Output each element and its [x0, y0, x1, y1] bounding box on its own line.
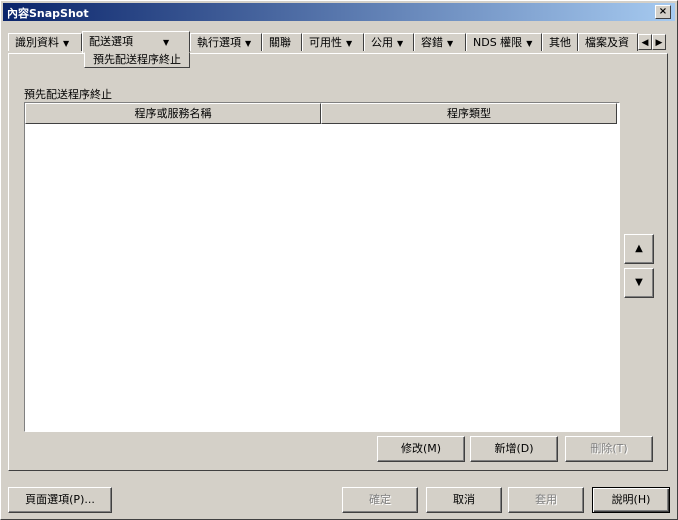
tab-label: 檔案及資 — [585, 36, 629, 49]
help-button[interactable]: 說明(H) — [592, 487, 670, 513]
page-options-button[interactable]: 頁面選項(P)... — [8, 487, 112, 513]
column-header-process-type[interactable]: 程序類型 — [321, 103, 617, 124]
section-label: 預先配送程序終止 — [24, 88, 112, 101]
tab-label: 關聯 — [269, 36, 291, 49]
arrow-up-icon: ▲ — [635, 243, 643, 254]
chevron-right-icon: ▶ — [655, 38, 663, 48]
tab-label: 容錯 — [421, 36, 443, 49]
chevron-down-icon: ▼ — [63, 39, 70, 48]
tab-distribution-options[interactable]: 配送選項 ▼ — [82, 31, 190, 53]
tab-label: 配送選項 — [89, 35, 133, 48]
chevron-down-icon: ▼ — [346, 39, 353, 48]
title-bar[interactable]: 內容SnapShot × — [3, 3, 675, 21]
apply-button[interactable]: 套用 — [508, 487, 584, 513]
chevron-down-icon: ▼ — [526, 39, 533, 48]
tab-strip: 識別資料 ▼ 配送選項 ▼ 執行選項 ▼ 關聯 可用性 ▼ 公用 ▼ 容錯 ▼ NDS 權限… — [8, 31, 638, 53]
move-up-button[interactable]: ▲ — [624, 234, 654, 264]
arrow-down-icon: ▼ — [635, 277, 643, 288]
window-title: 內容SnapShot — [7, 7, 89, 20]
tab-identification[interactable]: 識別資料 ▼ — [8, 33, 82, 51]
delete-button[interactable]: 刪除(T) — [565, 436, 653, 462]
tab-scroll-right-button[interactable]: ▶ — [652, 34, 666, 50]
tab-label: 識別資料 — [15, 36, 59, 49]
close-button[interactable]: × — [655, 5, 671, 19]
add-button[interactable]: 新增(D) — [470, 436, 558, 462]
chevron-left-icon: ◀ — [641, 38, 649, 48]
tab-common[interactable]: 公用 ▼ — [364, 33, 414, 51]
process-list[interactable]: 程序或服務名稱 程序類型 — [24, 102, 620, 432]
tab-label: NDS 權限 — [473, 36, 523, 49]
subtab-pre-distribution-termination[interactable]: 預先配送程序終止 — [84, 52, 190, 68]
tab-associations[interactable]: 關聯 — [262, 33, 302, 51]
subtab-label: 預先配送程序終止 — [93, 53, 181, 66]
tab-run-options[interactable]: 執行選項 ▼ — [190, 33, 262, 51]
ok-button[interactable]: 確定 — [342, 487, 418, 513]
tab-other[interactable]: 其他 — [542, 33, 578, 51]
move-down-button[interactable]: ▼ — [624, 268, 654, 298]
tab-files[interactable]: 檔案及資 — [578, 33, 638, 51]
tab-label: 可用性 — [309, 36, 342, 49]
tab-nds-rights[interactable]: NDS 權限 ▼ — [466, 33, 542, 51]
tab-fault-tolerance[interactable]: 容錯 ▼ — [414, 33, 466, 51]
tab-label: 執行選項 — [197, 36, 241, 49]
chevron-down-icon: ▼ — [447, 39, 454, 48]
cancel-button[interactable]: 取消 — [426, 487, 502, 513]
chevron-down-icon: ▼ — [245, 39, 252, 48]
tab-availability[interactable]: 可用性 ▼ — [302, 33, 364, 51]
tab-scroll-left-button[interactable]: ◀ — [638, 34, 652, 50]
chevron-down-icon: ▼ — [397, 39, 404, 48]
column-header-process-name[interactable]: 程序或服務名稱 — [25, 103, 321, 124]
modify-button[interactable]: 修改(M) — [377, 436, 465, 462]
tab-label: 公用 — [371, 36, 393, 49]
tab-label: 其他 — [549, 36, 571, 49]
chevron-down-icon: ▼ — [163, 38, 170, 47]
